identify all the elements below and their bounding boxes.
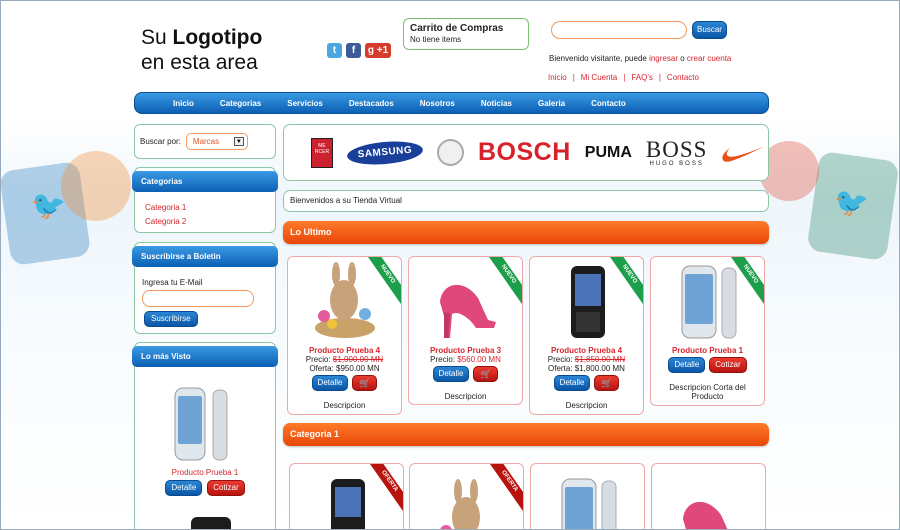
- site-logo[interactable]: Su Logotipo en esta area: [141, 25, 262, 75]
- filter-select[interactable]: Marcas ▼: [185, 133, 248, 150]
- nav-item-destacados[interactable]: Destacados: [349, 99, 394, 108]
- bird-icon: 🐦: [31, 190, 66, 221]
- product-card[interactable]: [530, 463, 645, 529]
- product-image[interactable]: NUEVO: [530, 257, 643, 340]
- product-name[interactable]: Producto Prueba 4: [288, 346, 401, 355]
- product-price: Precio: $560.00 MN: [430, 355, 501, 364]
- search-button[interactable]: Buscar: [692, 21, 727, 39]
- product-price: Precio: $1,000.00 MN: [305, 355, 384, 364]
- facebook-icon[interactable]: f: [346, 43, 361, 58]
- product-offer: Oferta: $1,800.00 MN: [548, 364, 625, 373]
- toplink-contacto[interactable]: Contacto: [667, 73, 699, 82]
- brand-bosch[interactable]: BOSCH: [478, 138, 571, 167]
- product-card[interactable]: OFERTA: [409, 463, 524, 529]
- filter-box: Buscar por: Marcas ▼: [134, 124, 276, 159]
- product-offer: Oferta: $950.00 MN: [309, 364, 380, 373]
- brand-boss[interactable]: BOSS HUGO BOSS: [646, 138, 708, 167]
- chevron-down-icon[interactable]: ▼: [233, 137, 244, 146]
- toplink-inicio[interactable]: Inicio: [548, 73, 567, 82]
- categories-box: Categorias Categoria 1 Categoria 2: [132, 167, 278, 233]
- nav-item-servicios[interactable]: Servicios: [287, 99, 323, 108]
- brand-puma[interactable]: PUMA: [585, 144, 632, 162]
- background-decoration: [61, 151, 131, 221]
- product-name[interactable]: Producto Prueba 3: [409, 346, 522, 355]
- brand-samsung[interactable]: SAMSUNG: [346, 138, 424, 167]
- product-description: Descripcion Corta del Producto: [669, 383, 746, 401]
- category-link[interactable]: Categoria 2: [145, 215, 265, 229]
- social-links: t f g +1: [327, 43, 391, 58]
- most-seen-title: Lo más Visto: [132, 346, 278, 367]
- register-link[interactable]: crear cuenta: [687, 54, 731, 63]
- product-image[interactable]: NUEVO: [288, 257, 401, 340]
- product-card[interactable]: NUEVO Producto Prueba 4 Precio: $1,850.0…: [529, 256, 644, 415]
- filter-label: Buscar por:: [140, 137, 181, 146]
- product-image[interactable]: [531, 464, 644, 529]
- product-price: Precio: $1,850.00 MN: [547, 355, 626, 364]
- twitter-icon[interactable]: t: [327, 43, 342, 58]
- product-description: Descripcion: [444, 392, 487, 401]
- product-card[interactable]: NUEVO Producto Prueba 3 Precio: $560.00 …: [408, 256, 523, 405]
- product-image[interactable]: NUEVO: [651, 257, 764, 340]
- main-nav: Inicio Categorias Servicios Destacados N…: [134, 92, 769, 114]
- welcome-message: Bienvenidos a su Tienda Virtual: [283, 190, 769, 212]
- newsletter-title: Suscribirse a Boletin: [132, 246, 278, 267]
- categories-title: Categorias: [132, 171, 278, 192]
- cart-title: Carrito de Compras: [410, 23, 504, 34]
- cart-status: No tiene items: [410, 35, 462, 44]
- search-input[interactable]: [551, 21, 687, 39]
- google-plus-icon[interactable]: g +1: [365, 43, 391, 58]
- bird-icon: 🐦: [834, 187, 869, 218]
- add-to-cart-icon[interactable]: 🛒: [594, 375, 620, 391]
- product-image[interactable]: [652, 464, 765, 529]
- most-seen-box: Lo más Visto Producto Prueba 1 Detalle C…: [132, 342, 278, 529]
- product-card[interactable]: NUEVO Producto Prueba 1 Detalle Cotizar …: [650, 256, 765, 406]
- product-image[interactable]: [191, 517, 231, 529]
- section-title-category: Categoria 1: [283, 423, 769, 446]
- product-description: Descripcion: [565, 401, 608, 410]
- top-links: Inicio | Mi Cuenta | FAQ's | Contacto: [548, 73, 699, 82]
- toplink-mi-cuenta[interactable]: Mi Cuenta: [581, 73, 617, 82]
- add-to-cart-icon[interactable]: 🛒: [352, 375, 378, 391]
- nav-item-categorias[interactable]: Categorias: [220, 99, 261, 108]
- bosch-logo-icon[interactable]: [437, 139, 464, 166]
- nav-item-inicio[interactable]: Inicio: [173, 99, 194, 108]
- welcome-text: Bienvenido visitante, puede ingresar o c…: [549, 54, 732, 63]
- detail-button[interactable]: Detalle: [165, 480, 203, 496]
- quote-button[interactable]: Cotizar: [709, 357, 747, 373]
- login-link[interactable]: ingresar: [649, 54, 678, 63]
- product-image[interactable]: [173, 386, 275, 464]
- product-image[interactable]: NUEVO: [409, 257, 522, 340]
- category-link[interactable]: Categoria 1: [145, 201, 265, 215]
- newsletter-label: Ingresa tu E-Mail: [142, 278, 203, 287]
- product-name[interactable]: Producto Prueba 4: [530, 346, 643, 355]
- product-name[interactable]: Producto Prueba 1: [135, 468, 275, 477]
- newsletter-email-input[interactable]: [142, 290, 254, 307]
- detail-button[interactable]: Detalle: [553, 375, 591, 391]
- toplink-faqs[interactable]: FAQ's: [631, 73, 653, 82]
- detail-button[interactable]: Detalle: [432, 366, 470, 382]
- nike-swoosh-icon[interactable]: [721, 142, 767, 164]
- brand-mercer[interactable]: ME RCER: [311, 137, 333, 168]
- product-card[interactable]: [651, 463, 766, 529]
- add-to-cart-icon[interactable]: 🛒: [473, 366, 499, 382]
- product-name[interactable]: Producto Prueba 1: [651, 346, 764, 355]
- newsletter-box: Suscribirse a Boletin Ingresa tu E-Mail …: [132, 242, 278, 334]
- nav-item-nosotros[interactable]: Nosotros: [420, 99, 455, 108]
- detail-button[interactable]: Detalle: [311, 375, 349, 391]
- brands-carousel: ME RCER SAMSUNG BOSCH PUMA BOSS HUGO BOS…: [283, 124, 769, 181]
- product-image[interactable]: OFERTA: [290, 464, 403, 529]
- shopping-cart-box[interactable]: Carrito de Compras No tiene items: [403, 18, 529, 50]
- detail-button[interactable]: Detalle: [668, 357, 706, 373]
- product-card[interactable]: NUEVO Producto Prueba 4 Precio: $1,000.0…: [287, 256, 402, 415]
- subscribe-button[interactable]: Suscribirse: [144, 311, 198, 327]
- quote-button[interactable]: Cotizar: [207, 480, 245, 496]
- nav-item-galeria[interactable]: Galeria: [538, 99, 565, 108]
- nav-item-contacto[interactable]: Contacto: [591, 99, 626, 108]
- section-title-latest: Lo Ultimo: [283, 221, 769, 244]
- product-description: Descripcion: [323, 401, 366, 410]
- product-card[interactable]: OFERTA: [289, 463, 404, 529]
- page-frame: 🐦 🐦 Su Logotipo en esta area t f g +1 Ca…: [0, 0, 900, 530]
- nav-item-noticias[interactable]: Noticias: [481, 99, 512, 108]
- product-image[interactable]: OFERTA: [410, 464, 523, 529]
